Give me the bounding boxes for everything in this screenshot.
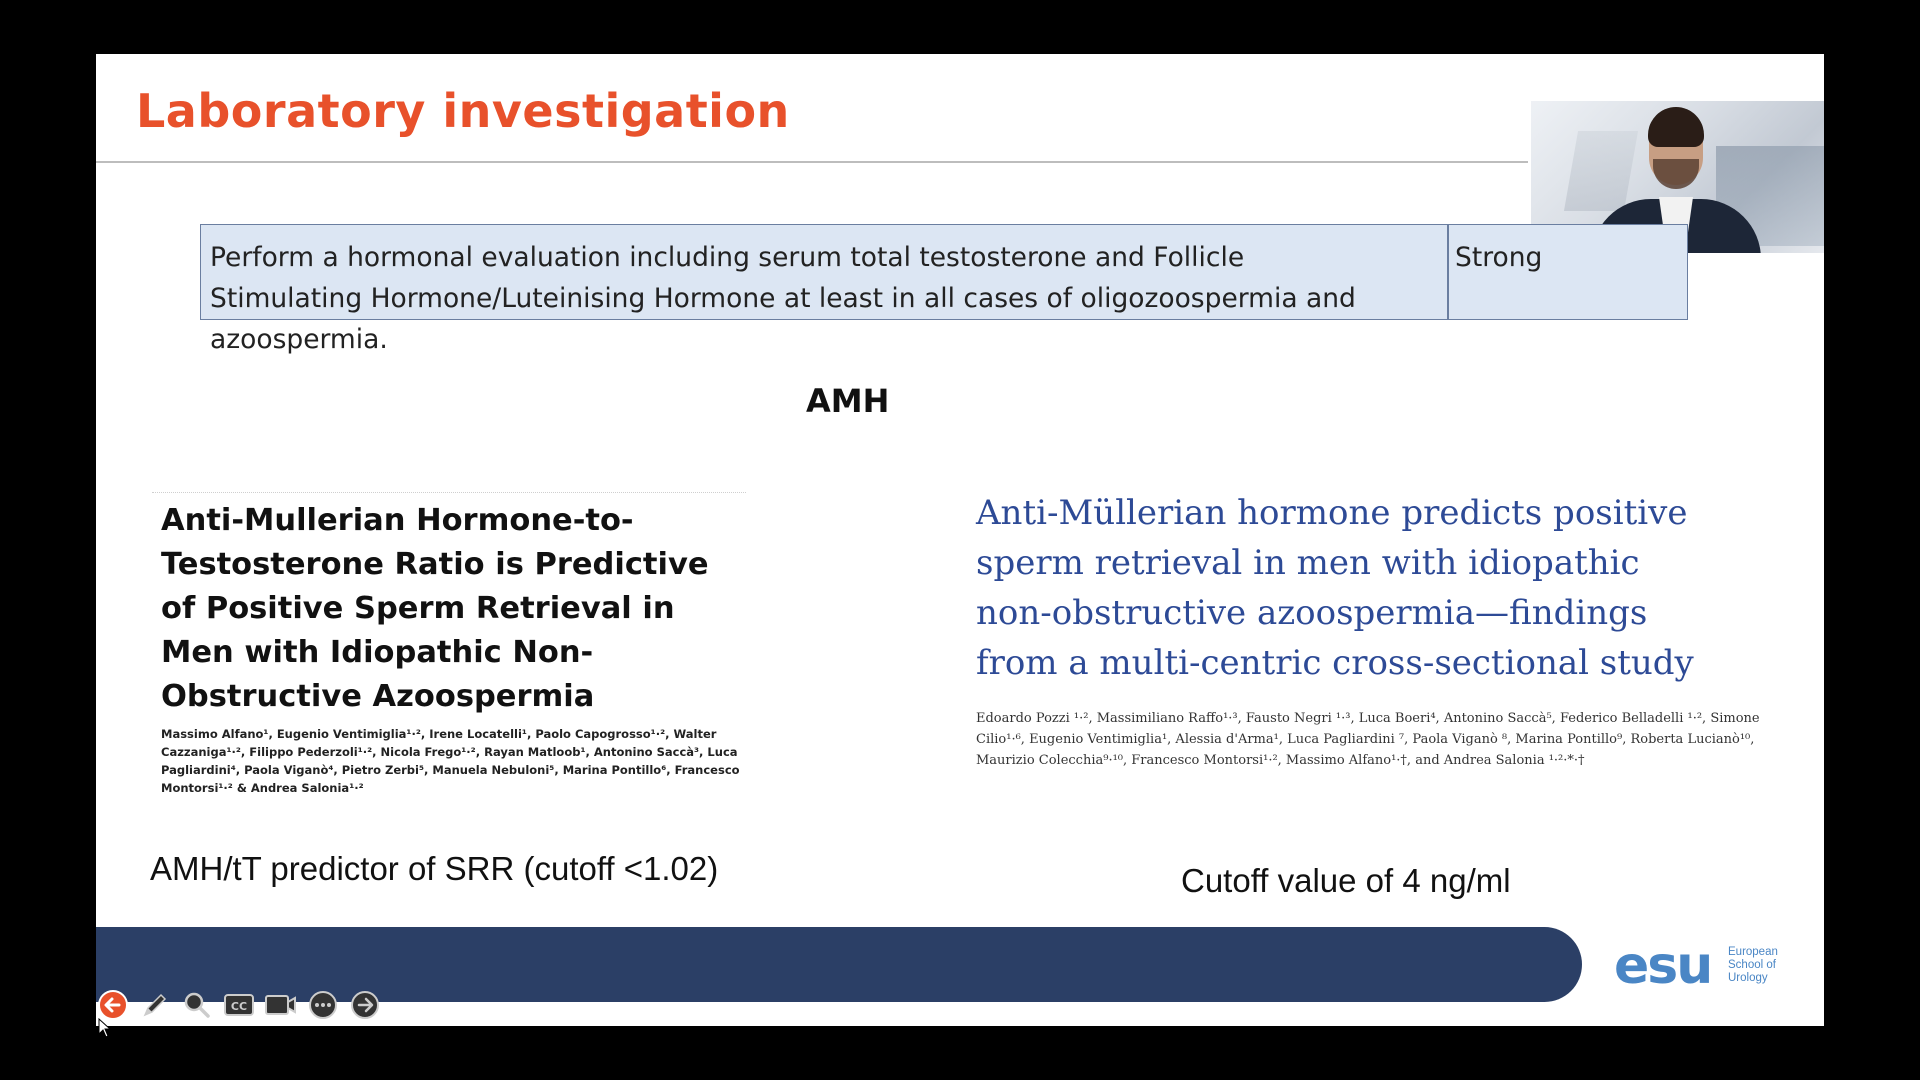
recommendation-strength: Strong: [1455, 242, 1543, 273]
more-icon[interactable]: [306, 988, 340, 1022]
section-heading: AMH: [806, 382, 890, 420]
webcam-background: [1563, 131, 1639, 211]
paper-left-authors: Massimo Alfano¹, Eugenio Ventimiglia¹·²,…: [161, 727, 740, 795]
presentation-slide: Laboratory investigation Perform a hormo…: [96, 54, 1824, 1026]
paper-left-title: Anti-Mullerian Hormone-to-Testosterone R…: [161, 503, 709, 714]
paper-right-excerpt: Anti-Müllerian hormone predicts positive…: [976, 488, 1760, 771]
presenter-hair: [1648, 107, 1704, 147]
camera-icon[interactable]: [264, 988, 298, 1022]
paper-right-authors: Edoardo Pozzi ¹·², Massimiliano Raffo¹·³…: [976, 711, 1760, 768]
pen-icon[interactable]: [138, 988, 172, 1022]
esu-logo-line: Urology: [1728, 972, 1768, 984]
esu-logo-mark: esu: [1614, 936, 1713, 996]
esu-logo-subtitle: European School of Urology: [1728, 946, 1798, 985]
mouse-cursor-icon: [98, 1017, 112, 1043]
recommendation-table: Perform a hormonal evaluation including …: [200, 224, 1688, 355]
captions-icon[interactable]: CC: [222, 988, 256, 1022]
esu-logo-line: School of: [1728, 959, 1776, 971]
slide-title: Laboratory investigation: [136, 84, 790, 138]
esu-logo-line: European: [1728, 946, 1778, 958]
paper-left-excerpt: Anti-Mullerian Hormone-to-Testosterone R…: [152, 492, 746, 801]
captions-label: CC: [231, 1000, 247, 1013]
paper-left-caption: AMH/tT predictor of SRR (cutoff <1.02): [150, 850, 719, 887]
presentation-toolbar: CC: [96, 988, 382, 1022]
paper-right-title: Anti-Müllerian hormone predicts positive…: [976, 493, 1694, 683]
recommendation-text: Perform a hormonal evaluation including …: [210, 242, 1356, 355]
esu-logo: esu European School of Urology: [1614, 936, 1794, 1002]
zoom-icon[interactable]: [180, 988, 214, 1022]
forward-arrow-icon[interactable]: [348, 988, 382, 1022]
back-arrow-icon[interactable]: [96, 988, 130, 1022]
title-divider: [96, 161, 1528, 163]
table-cell-divider: [1447, 225, 1449, 319]
paper-right-caption: Cutoff value of 4 ng/ml: [1181, 862, 1511, 899]
presenter-beard: [1653, 159, 1699, 189]
